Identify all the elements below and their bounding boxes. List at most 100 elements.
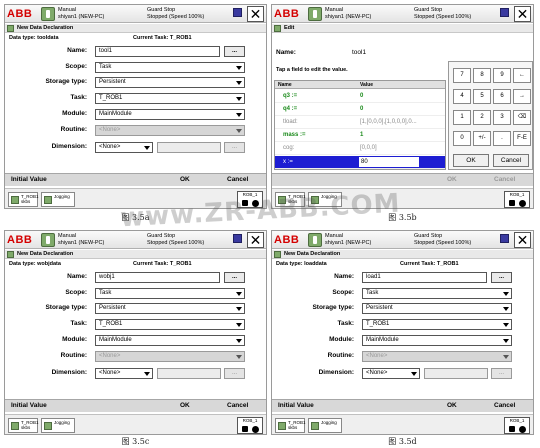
- task-button-program[interactable]: T_ROB1 skbs: [275, 418, 306, 433]
- task-button-jogging[interactable]: Jogging: [308, 418, 342, 433]
- program-icon: [278, 196, 286, 204]
- speed-label: Stopped (Speed 100%): [414, 240, 472, 246]
- table-row[interactable]: cog: [0,0,0]: [275, 142, 445, 155]
- key-2[interactable]: 2: [473, 110, 491, 125]
- table-row-selected[interactable]: x := 80: [275, 156, 445, 169]
- routine-label: Routine:: [60, 126, 87, 133]
- key-9[interactable]: 9: [493, 68, 511, 83]
- top-bar: ABB Manual shiyan1 (NEW-PC) Guard Stop S…: [5, 231, 266, 249]
- key-4[interactable]: 4: [453, 89, 471, 104]
- ok-button[interactable]: OK: [447, 400, 457, 412]
- panel-new-tooldata: ABB Manual shiyan1 (NEW-PC) Guard Stop S…: [4, 4, 267, 209]
- name-browse-button[interactable]: ...: [224, 46, 245, 57]
- task-button-program[interactable]: T_ROB1 skbs: [8, 192, 39, 207]
- task-button-program[interactable]: T_ROB1 skbs: [275, 192, 306, 207]
- routine-dropdown: <None>: [362, 351, 512, 362]
- scope-dropdown[interactable]: Task: [362, 288, 512, 299]
- task-dropdown[interactable]: T_ROB1: [362, 319, 512, 330]
- backspace-icon[interactable]: ⌫: [513, 110, 531, 125]
- dimension-dropdown[interactable]: <None>: [95, 368, 153, 379]
- quickset-button[interactable]: ROB_1: [504, 417, 530, 434]
- abb-logo[interactable]: ABB: [274, 234, 305, 246]
- task-button-jogging[interactable]: Jogging: [308, 192, 342, 207]
- mode-info: Manual shiyan1 (NEW-PC): [325, 233, 371, 247]
- key-decimal[interactable]: .: [493, 131, 511, 146]
- routine-value: <None>: [99, 127, 121, 133]
- cancel-button[interactable]: Cancel: [227, 174, 248, 186]
- task-button-jogging[interactable]: Jogging: [41, 192, 75, 207]
- task-label: Task:: [337, 320, 355, 327]
- dimension-browse-button: ...: [224, 142, 245, 153]
- task-dropdown[interactable]: T_ROB1: [95, 93, 245, 104]
- jogging-icon: [44, 422, 52, 430]
- chevron-down-icon: [503, 307, 509, 311]
- table-row[interactable]: mass := 1: [275, 129, 445, 142]
- value-edit-field[interactable]: 80: [359, 157, 419, 167]
- storage-dropdown[interactable]: Persistent: [95, 77, 245, 88]
- robot-icon: [242, 200, 248, 206]
- dimension-label: Dimension:: [51, 369, 87, 376]
- abb-logo[interactable]: ABB: [7, 234, 38, 246]
- key-0[interactable]: 0: [453, 131, 471, 146]
- close-button[interactable]: ✕: [247, 232, 264, 248]
- abb-logo[interactable]: ABB: [274, 8, 305, 20]
- close-button[interactable]: ✕: [514, 6, 531, 22]
- module-dropdown[interactable]: MainModule: [362, 335, 512, 346]
- name-input[interactable]: tool1: [95, 46, 220, 57]
- row-value: [1,[0,0,0],[1,0,0,0],0...: [360, 119, 417, 125]
- table-row[interactable]: tload: [1,[0,0,0],[1,0,0,0],0...: [275, 116, 445, 129]
- dimension-dropdown[interactable]: <None>: [362, 368, 420, 379]
- task-button-program[interactable]: T_ROB1 skbs: [8, 418, 39, 433]
- task-dropdown[interactable]: T_ROB1: [95, 319, 245, 330]
- abb-logo[interactable]: ABB: [7, 8, 38, 20]
- name-browse-button[interactable]: ...: [224, 272, 245, 283]
- dimension-dropdown[interactable]: <None>: [95, 142, 153, 153]
- storage-dropdown[interactable]: Persistent: [95, 303, 245, 314]
- ok-button[interactable]: OK: [180, 174, 190, 186]
- quickset-button[interactable]: ROB_1: [237, 191, 263, 208]
- scope-dropdown[interactable]: Task: [95, 288, 245, 299]
- keypad-cancel-button[interactable]: Cancel: [493, 154, 529, 167]
- dimension-value: <None>: [366, 370, 388, 376]
- command-bar: OK Cancel: [272, 173, 533, 186]
- close-button[interactable]: ✕: [514, 232, 531, 248]
- keypad-ok-button[interactable]: OK: [453, 154, 489, 167]
- key-5[interactable]: 5: [473, 89, 491, 104]
- key-sign[interactable]: +/-: [473, 131, 491, 146]
- name-input[interactable]: load1: [362, 272, 487, 283]
- task-value: T_ROB1: [99, 95, 123, 101]
- key-8[interactable]: 8: [473, 68, 491, 83]
- initial-value-button[interactable]: Initial Value: [278, 400, 314, 412]
- arrow-right-icon[interactable]: →: [513, 89, 531, 104]
- name-input[interactable]: wobj1: [95, 272, 220, 283]
- task-button-jogging[interactable]: Jogging: [41, 418, 75, 433]
- key-3[interactable]: 3: [493, 110, 511, 125]
- quickset-button[interactable]: ROB_1: [237, 417, 263, 434]
- quickset-button[interactable]: ROB_1: [504, 191, 530, 208]
- initial-value-button[interactable]: Initial Value: [11, 174, 47, 186]
- table-row[interactable]: q3 := 0: [275, 90, 445, 103]
- cancel-button[interactable]: Cancel: [494, 400, 515, 412]
- module-dropdown[interactable]: MainModule: [95, 109, 245, 120]
- scope-dropdown[interactable]: Task: [95, 62, 245, 73]
- key-1[interactable]: 1: [453, 110, 471, 125]
- key-exponent[interactable]: F-E: [513, 131, 531, 146]
- close-button[interactable]: ✕: [247, 6, 264, 22]
- rob-label: ROB_1: [242, 418, 258, 423]
- ok-button[interactable]: OK: [180, 400, 190, 412]
- edit-icon: [274, 25, 281, 32]
- dimension-label: Dimension:: [51, 143, 87, 150]
- name-browse-button[interactable]: ...: [491, 272, 512, 283]
- key-7[interactable]: 7: [453, 68, 471, 83]
- data-type-label: Data type: loaddata: [276, 261, 327, 267]
- storage-dropdown[interactable]: Persistent: [362, 303, 512, 314]
- rob-label: ROB_1: [509, 418, 525, 423]
- arrow-left-icon[interactable]: ←: [513, 68, 531, 83]
- speed-label: Stopped (Speed 100%): [147, 14, 205, 20]
- initial-value-button[interactable]: Initial Value: [11, 400, 47, 412]
- table-row[interactable]: q4 := 0: [275, 103, 445, 116]
- cancel-button[interactable]: Cancel: [227, 400, 248, 412]
- module-dropdown[interactable]: MainModule: [95, 335, 245, 346]
- key-6[interactable]: 6: [493, 89, 511, 104]
- command-bar: Initial Value OK Cancel: [5, 173, 266, 186]
